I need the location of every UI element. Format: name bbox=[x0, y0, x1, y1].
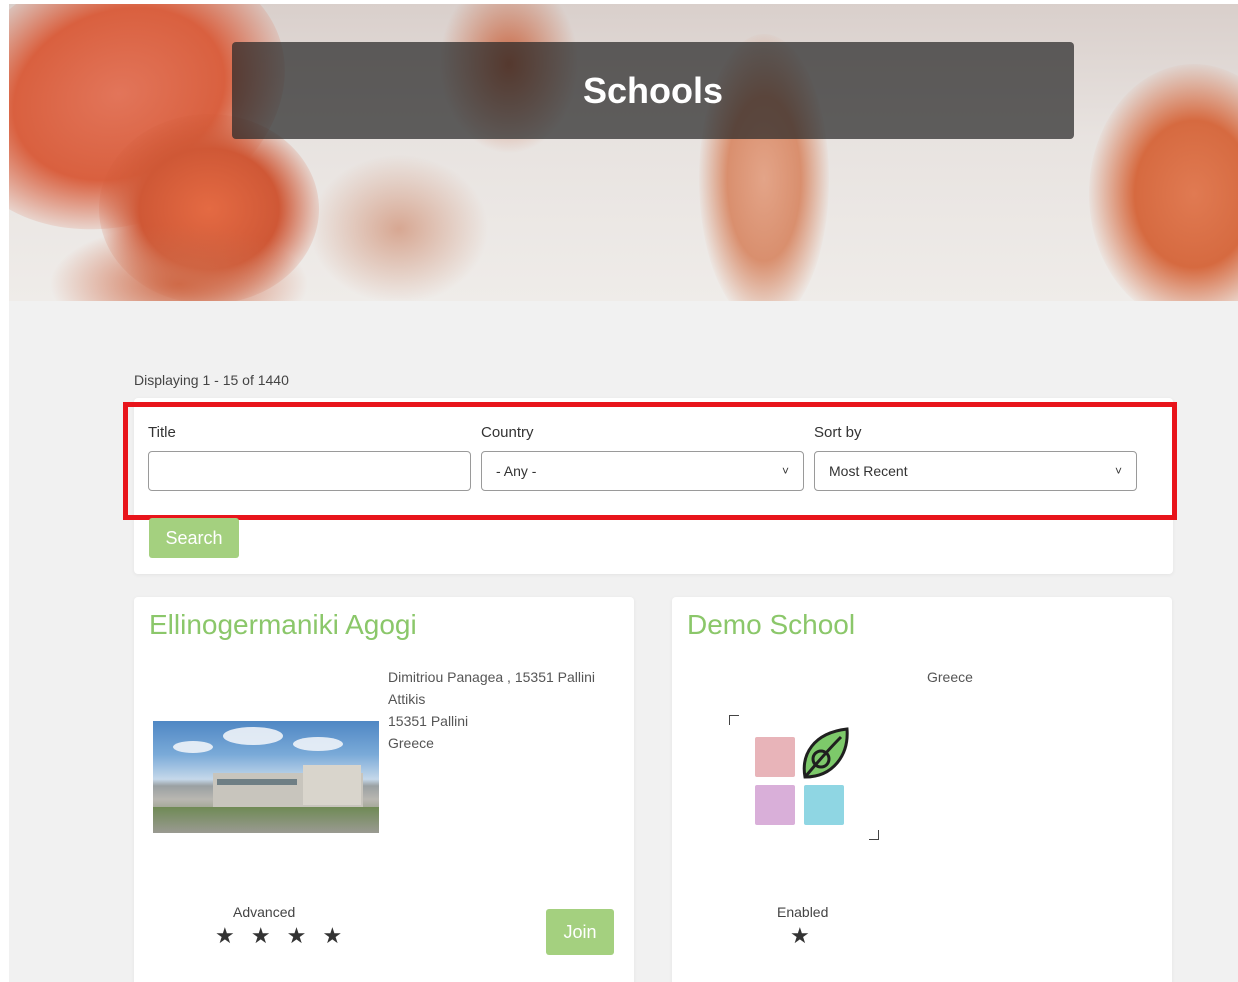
school-level-label: Enabled bbox=[777, 904, 829, 920]
star-rating: ★ ★ ★ ★ bbox=[215, 923, 348, 948]
address-line: Dimitriou Panagea , 15351 Pallini bbox=[388, 669, 596, 685]
school-title-link[interactable]: Ellinogermaniki Agogi bbox=[149, 609, 417, 641]
logo-square bbox=[804, 785, 844, 825]
hero-image-shape bbox=[1089, 64, 1238, 301]
school-address: Greece bbox=[927, 666, 973, 688]
join-button[interactable]: Join bbox=[546, 909, 614, 955]
logo-square bbox=[755, 737, 795, 777]
school-card: Ellinogermaniki Agogi Dimitriou Panagea … bbox=[134, 597, 634, 982]
filter-highlight-box bbox=[123, 402, 1177, 520]
school-photo bbox=[153, 721, 379, 833]
school-title-link[interactable]: Demo School bbox=[687, 609, 855, 641]
hero-image-shape bbox=[309, 154, 489, 301]
school-logo bbox=[729, 715, 884, 840]
page: Schools Displaying 1 - 15 of 1440 Title … bbox=[9, 4, 1238, 982]
logo-corner-mark bbox=[869, 830, 879, 840]
school-level-label: Advanced bbox=[233, 904, 296, 920]
school-card: Demo School Greece Enabled ★ bbox=[672, 597, 1172, 982]
search-button[interactable]: Search bbox=[149, 518, 239, 558]
leaf-icon bbox=[802, 727, 849, 779]
address-line: Attikis bbox=[388, 691, 426, 707]
page-title: Schools bbox=[582, 69, 724, 111]
display-count: Displaying 1 - 15 of 1440 bbox=[134, 372, 289, 388]
hero-title-box: Schools bbox=[232, 42, 1074, 139]
address-line: Greece bbox=[927, 669, 973, 685]
logo-square bbox=[755, 785, 795, 825]
star-rating: ★ bbox=[790, 923, 815, 948]
address-line: Greece bbox=[388, 735, 434, 751]
hero-banner: Schools bbox=[9, 4, 1238, 301]
address-line: 15351 Pallini bbox=[388, 713, 469, 729]
logo-corner-mark bbox=[729, 715, 739, 725]
school-address: Dimitriou Panagea , 15351 Pallini Attiki… bbox=[388, 666, 595, 754]
